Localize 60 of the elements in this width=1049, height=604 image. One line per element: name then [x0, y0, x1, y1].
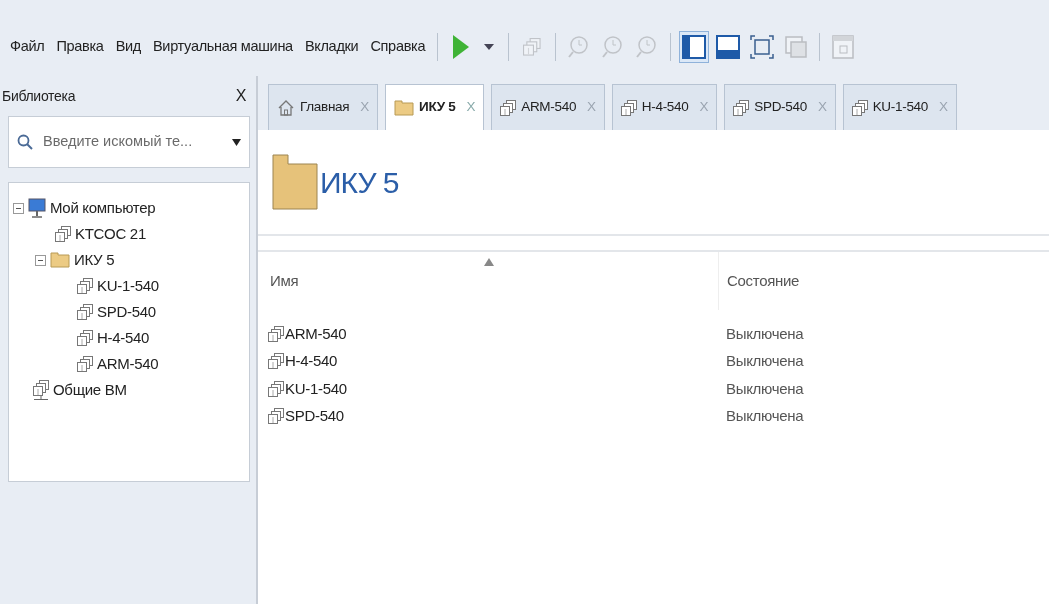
vm-icon — [77, 304, 93, 320]
table-cell-text: KU-1-540 — [285, 378, 347, 399]
tree-item[interactable]: KTCOC 21 — [75, 222, 146, 246]
tab[interactable]: SPD-540 X — [724, 84, 836, 130]
menu-item[interactable]: Справка — [366, 36, 430, 58]
vm-icon — [77, 278, 93, 294]
vm-icon — [268, 325, 284, 342]
vm-icon — [268, 353, 284, 370]
menu-item[interactable]: Вид — [111, 36, 145, 58]
collapse-toggle[interactable] — [13, 202, 24, 214]
vm-icon — [268, 380, 284, 397]
search-field[interactable]: Введите искомый те... — [41, 130, 224, 154]
close-button[interactable]: X — [235, 84, 246, 108]
network-vm-icon — [33, 380, 49, 400]
table-cell-text: ARM-540 — [285, 323, 347, 344]
sort-icon — [484, 258, 494, 266]
sidebar-icon[interactable] — [679, 31, 710, 63]
folder-icon — [394, 99, 414, 116]
tree-item[interactable]: SPD-540 — [97, 300, 156, 324]
table-cell-text: Выключена — [725, 406, 804, 426]
table-cell-text: H-4-540 — [285, 351, 338, 371]
vm-icon — [620, 99, 637, 116]
home-icon — [277, 98, 295, 117]
menu-item[interactable]: Вкладки — [300, 36, 363, 58]
panel-title: Библиотека — [2, 86, 76, 106]
table-cell-text: SPD-540 — [285, 406, 344, 426]
folder-icon — [50, 252, 70, 268]
vm-icon — [77, 356, 93, 372]
tree-item[interactable]: Мой компьютер — [50, 196, 156, 220]
collapse-toggle[interactable] — [35, 254, 46, 266]
tree-item[interactable]: Общие ВМ — [53, 378, 127, 402]
dropdown-icon[interactable] — [232, 138, 241, 146]
tree-item[interactable]: ИКУ 5 — [74, 248, 115, 272]
table-cell-text: Выключена — [725, 351, 804, 371]
column-header[interactable]: Имя — [258, 252, 718, 310]
search-bar[interactable]: Введите искомый те... — [8, 116, 250, 168]
tree-item[interactable]: ARM-540 — [97, 352, 159, 376]
computer-icon — [28, 198, 46, 218]
tab[interactable]: Главная X — [268, 84, 378, 130]
vm-icon — [77, 330, 93, 346]
table-cell-text: Выключена — [725, 323, 804, 344]
menu-item[interactable]: Файл — [6, 36, 49, 58]
vm-icon — [500, 99, 517, 116]
tab[interactable]: H-4-540 X — [611, 84, 718, 130]
page-title: ИКУ 5 — [320, 164, 399, 201]
tab[interactable]: ИКУ 5 X — [385, 84, 485, 130]
tree-item[interactable]: KU-1-540 — [97, 274, 159, 298]
column-header[interactable]: Состояние — [718, 252, 800, 310]
table-cell-text: Выключена — [725, 378, 804, 399]
vm-icon — [55, 226, 71, 242]
search-icon — [17, 134, 33, 150]
menu-item[interactable]: Правка — [52, 36, 108, 58]
tree-item[interactable]: H-4-540 — [97, 326, 150, 350]
folder-icon — [272, 154, 318, 210]
tab[interactable]: KU-1-540 X — [842, 84, 957, 130]
vm-icon — [733, 99, 750, 116]
tab[interactable]: ARM-540 X — [491, 84, 605, 130]
vm-icon — [268, 408, 284, 425]
menu-item[interactable]: Виртуальная машина — [149, 36, 297, 58]
vm-icon — [851, 99, 868, 116]
